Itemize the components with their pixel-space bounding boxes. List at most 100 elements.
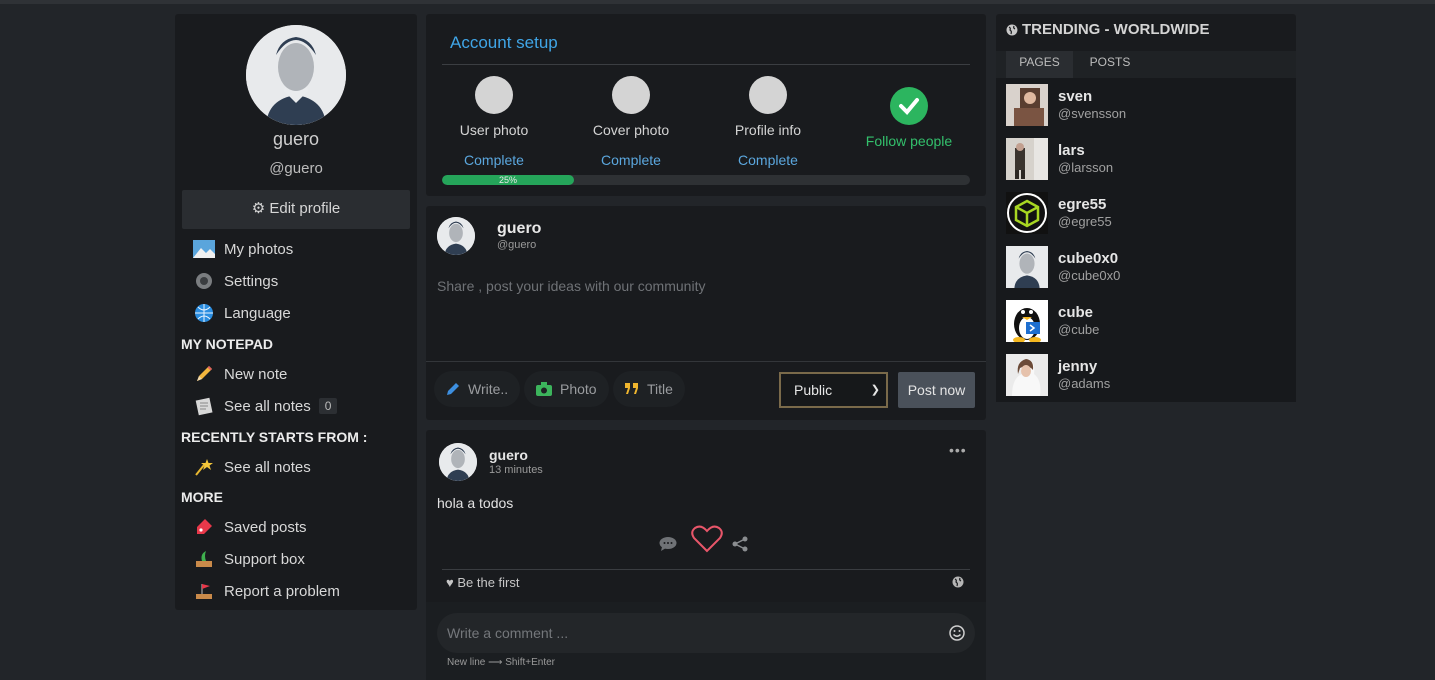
sidebar-item-label: Language xyxy=(224,304,291,322)
photo-button[interactable]: Photo xyxy=(524,371,609,407)
sidebar-item-label: New note xyxy=(224,365,288,383)
step-label: Profile info xyxy=(734,122,802,138)
sidebar-item-saved-posts[interactable]: Saved posts xyxy=(193,514,307,540)
sidebar-item-my-photos[interactable]: My photos xyxy=(193,236,293,262)
flag-icon xyxy=(193,580,215,602)
share-icon[interactable] xyxy=(732,536,748,552)
privacy-select[interactable]: Public ❯ xyxy=(779,372,888,408)
globe-icon xyxy=(952,576,964,588)
sidebar-item-report-problem[interactable]: Report a problem xyxy=(193,578,340,604)
support-icon xyxy=(193,548,215,570)
comment-icon[interactable] xyxy=(659,536,677,552)
trending-item[interactable]: cube @cube xyxy=(1006,300,1286,348)
trending-name: cube0x0 xyxy=(1058,250,1119,267)
camera-icon xyxy=(536,382,552,396)
step-circle xyxy=(749,76,787,114)
feed-post: guero 13 minutes ••• hola a todos ♥ Be t… xyxy=(426,430,986,680)
trending-item[interactable]: egre55 @egre55 xyxy=(1006,192,1286,240)
post-author[interactable]: guero xyxy=(489,447,528,463)
sidebar-item-recent-notes[interactable]: See all notes xyxy=(193,454,311,480)
avatar xyxy=(1006,192,1048,234)
check-icon xyxy=(890,87,928,125)
sidebar-item-label: My photos xyxy=(224,240,294,258)
composer-handle: @guero xyxy=(497,239,537,251)
trending-item[interactable]: sven @svensson xyxy=(1006,84,1286,132)
photos-icon xyxy=(193,238,215,260)
setup-progress-bar: 25% xyxy=(442,175,970,185)
top-bar xyxy=(0,0,1435,4)
tab-posts[interactable]: POSTS xyxy=(1078,51,1142,78)
trending-item[interactable]: cube0x0 @cube0x0 xyxy=(1006,246,1286,294)
heart-icon[interactable] xyxy=(691,525,723,553)
likes-label: Be the first xyxy=(457,575,520,590)
trending-handle: @larsson xyxy=(1058,160,1114,175)
trending-title-text: TRENDING - WORLDWIDE xyxy=(1022,21,1210,38)
divider xyxy=(442,64,970,65)
trending-handle: @egre55 xyxy=(1058,214,1112,229)
chevron-down-icon: ❯ xyxy=(870,384,880,396)
sidebar-item-label: See all notes xyxy=(224,397,311,415)
tag-icon xyxy=(193,516,215,538)
step-circle xyxy=(612,76,650,114)
profile-name: guero xyxy=(272,129,320,149)
notes-icon xyxy=(193,395,215,417)
sidebar-item-settings[interactable]: Settings xyxy=(193,268,278,294)
sidebar-item-language[interactable]: Language xyxy=(193,300,291,326)
avatar[interactable] xyxy=(437,217,475,255)
trending-item[interactable]: lars @larsson xyxy=(1006,138,1286,186)
quote-icon xyxy=(625,383,638,394)
comment-area: Write a comment ... New line ⟶ Shift+Ent… xyxy=(426,602,986,680)
step-status[interactable]: Complete xyxy=(561,152,701,168)
sidebar-item-label: Support box xyxy=(224,550,305,568)
comment-input[interactable]: Write a comment ... xyxy=(437,613,975,653)
avatar xyxy=(1006,354,1048,396)
write-button[interactable]: Write.. xyxy=(434,371,521,407)
sidebar-item-support-box[interactable]: Support box xyxy=(193,546,305,572)
more-options-icon[interactable]: ••• xyxy=(949,442,967,458)
post-text: hola a todos xyxy=(437,495,514,511)
heart-small-icon: ♥ xyxy=(446,575,454,590)
notes-count-badge: 0 xyxy=(318,398,338,414)
tab-pages[interactable]: PAGES xyxy=(1006,51,1073,78)
edit-profile-button[interactable]: ⚙ Edit profile xyxy=(182,190,410,229)
setup-step-profile-info: Profile info Complete xyxy=(698,76,838,168)
trending-handle: @svensson xyxy=(1058,106,1127,121)
emoji-icon[interactable] xyxy=(949,625,965,641)
trending-name: jenny xyxy=(1058,358,1098,375)
avatar xyxy=(1006,246,1048,288)
title-button[interactable]: Title xyxy=(613,371,685,407)
comment-hint: New line ⟶ Shift+Enter xyxy=(447,657,555,668)
avatar[interactable] xyxy=(439,443,477,481)
post-now-button[interactable]: Post now xyxy=(898,372,975,408)
likes-summary: ♥ Be the first xyxy=(446,575,519,590)
trending-item[interactable]: jenny @adams xyxy=(1006,354,1286,402)
trending-name: egre55 xyxy=(1058,196,1107,213)
account-setup-card: Account setup User photo Complete Cover … xyxy=(426,14,986,196)
step-label: Follow people xyxy=(865,133,953,149)
trending-name: sven xyxy=(1058,88,1093,105)
setup-step-follow-people[interactable]: Follow people xyxy=(839,76,979,149)
profile-avatar[interactable] xyxy=(246,25,346,125)
post-time[interactable]: 13 minutes xyxy=(489,464,543,476)
sidebar-item-see-all-notes[interactable]: See all notes 0 xyxy=(193,393,338,419)
trending-list: sven @svensson lars @larsson egre55 @egr… xyxy=(996,78,1296,402)
step-status[interactable]: Complete xyxy=(698,152,838,168)
trending-panel: TRENDING - WORLDWIDE PAGES POSTS sven @s… xyxy=(996,14,1296,402)
sidebar-item-label: Saved posts xyxy=(224,518,307,536)
avatar xyxy=(1006,138,1048,180)
composer-name: guero xyxy=(497,220,542,237)
shooting-star-icon xyxy=(193,456,215,478)
recent-section-title: RECENTLY STARTS FROM : xyxy=(181,429,368,445)
sidebar-item-new-note[interactable]: New note xyxy=(193,361,287,387)
step-status[interactable]: Complete xyxy=(424,152,564,168)
divider xyxy=(442,569,970,570)
gear-icon xyxy=(193,270,215,292)
profile-sidebar: guero @guero ⚙ Edit profile My photos Se… xyxy=(175,14,417,610)
post-composer: guero @guero Share , post your ideas wit… xyxy=(426,206,986,420)
progress-fill: 25% xyxy=(442,175,574,185)
sidebar-item-label: See all notes xyxy=(224,458,311,476)
account-setup-title[interactable]: Account setup xyxy=(450,33,558,53)
step-label: Cover photo xyxy=(592,122,670,138)
post-textarea[interactable]: Share , post your ideas with our communi… xyxy=(437,278,705,294)
trending-name: lars xyxy=(1058,142,1085,159)
